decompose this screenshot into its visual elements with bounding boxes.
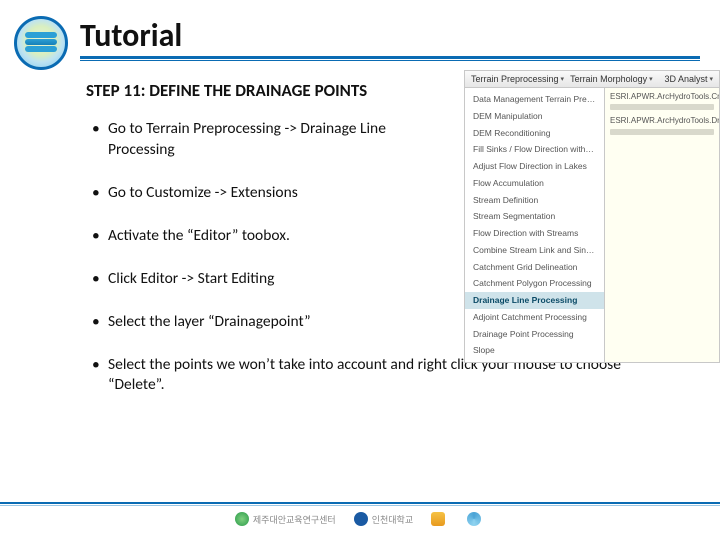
tooltip-panel: ESRI.APWR.ArcHydroTools.CmdDrainageLineP… bbox=[605, 88, 719, 362]
menu-item: DEM Manipulation bbox=[465, 108, 604, 125]
placeholder-icon bbox=[610, 129, 714, 135]
menu-item-highlighted: Drainage Line Processing bbox=[465, 292, 604, 309]
menu-item: Stream Segmentation bbox=[465, 208, 604, 225]
university-icon bbox=[354, 512, 368, 526]
brand-logo-icon bbox=[14, 16, 68, 70]
placeholder-icon bbox=[610, 104, 714, 110]
globe-icon bbox=[235, 512, 249, 526]
toolbar-label: 3D Analyst bbox=[664, 74, 707, 84]
tooltip-row: ESRI.APWR.ArcHydroTools.DrainageLineProc… bbox=[610, 116, 714, 134]
list-item: Activate the “Editor” toobox. bbox=[86, 226, 416, 247]
slide-header: Tutorial bbox=[0, 0, 720, 70]
toolbar-item: Terrain Morphology▾ bbox=[570, 74, 653, 84]
embedded-screenshot: Terrain Preprocessing▾ Terrain Morpholog… bbox=[464, 70, 720, 363]
footer-logo bbox=[467, 512, 485, 526]
title-block: Tutorial bbox=[80, 20, 700, 61]
list-item: Click Editor -> Start Editing bbox=[86, 269, 416, 290]
menu-item: Flow Accumulation bbox=[465, 175, 604, 192]
dropdown-menu: Data Management Terrain Preprocessing DE… bbox=[465, 88, 605, 362]
tooltip-text: ESRI.APWR.ArcHydroTools.DrainageLineProc… bbox=[610, 116, 714, 126]
menu-item: Slope bbox=[465, 342, 604, 359]
toolbar-label: Terrain Morphology bbox=[570, 74, 647, 84]
slide-content: STEP 11: DEFINE THE DRAINAGE POINTS Go t… bbox=[0, 70, 720, 396]
screenshot-body: Data Management Terrain Preprocessing DE… bbox=[465, 88, 719, 362]
chevron-down-icon: ▾ bbox=[561, 75, 565, 83]
footer-logo bbox=[431, 512, 449, 526]
footer-divider-thin bbox=[0, 505, 720, 506]
footer-logo-row: 제주대안교육연구센터 인천대학교 bbox=[0, 512, 720, 526]
menu-item: DEM Reconditioning bbox=[465, 125, 604, 142]
footer-logo-text: 제주대안교육연구센터 bbox=[253, 513, 336, 526]
tooltip-row: ESRI.APWR.ArcHydroTools.CmdDrainageLineP… bbox=[610, 92, 714, 110]
menu-item: Data Management Terrain Preprocessing bbox=[465, 91, 604, 108]
footer-logo-text: 인천대학교 bbox=[372, 513, 413, 526]
menu-item: Drainage Point Processing bbox=[465, 326, 604, 343]
page-title: Tutorial bbox=[80, 20, 700, 52]
menu-item: Fill Sinks / Flow Direction with Sinks bbox=[465, 141, 604, 158]
footer-logo: 제주대안교육연구센터 bbox=[235, 512, 336, 526]
slide-footer: 제주대안교육연구센터 인천대학교 bbox=[0, 502, 720, 526]
list-item: Go to Customize -> Extensions bbox=[86, 183, 416, 204]
menu-item: Stream Definition bbox=[465, 192, 604, 209]
swirl-icon bbox=[467, 512, 481, 526]
menu-item: Flow Direction with Streams bbox=[465, 225, 604, 242]
footer-logo: 인천대학교 bbox=[354, 512, 413, 526]
screenshot-toolbar: Terrain Preprocessing▾ Terrain Morpholog… bbox=[465, 71, 719, 88]
toolbar-item: 3D Analyst▾ bbox=[664, 74, 713, 84]
chevron-down-icon: ▾ bbox=[649, 75, 653, 83]
title-divider-thick bbox=[80, 56, 700, 59]
tooltip-text: ESRI.APWR.ArcHydroTools.CmdDrainageLineP… bbox=[610, 92, 714, 102]
toolbar-item: Terrain Preprocessing▾ bbox=[471, 74, 564, 84]
chevron-down-icon: ▾ bbox=[709, 75, 713, 83]
menu-item: Catchment Polygon Processing bbox=[465, 275, 604, 292]
toolbar-label: Terrain Preprocessing bbox=[471, 74, 559, 84]
menu-item: Adjoint Catchment Processing bbox=[465, 309, 604, 326]
menu-item: Adjust Flow Direction in Lakes bbox=[465, 158, 604, 175]
footer-divider-thick bbox=[0, 502, 720, 504]
menu-item: Combine Stream Link and Sink Link bbox=[465, 242, 604, 259]
menu-item: Catchment Grid Delineation bbox=[465, 259, 604, 276]
title-divider-thin bbox=[80, 60, 700, 61]
list-item: Go to Terrain Preprocessing -> Drainage … bbox=[86, 119, 416, 161]
badge-icon bbox=[431, 512, 445, 526]
